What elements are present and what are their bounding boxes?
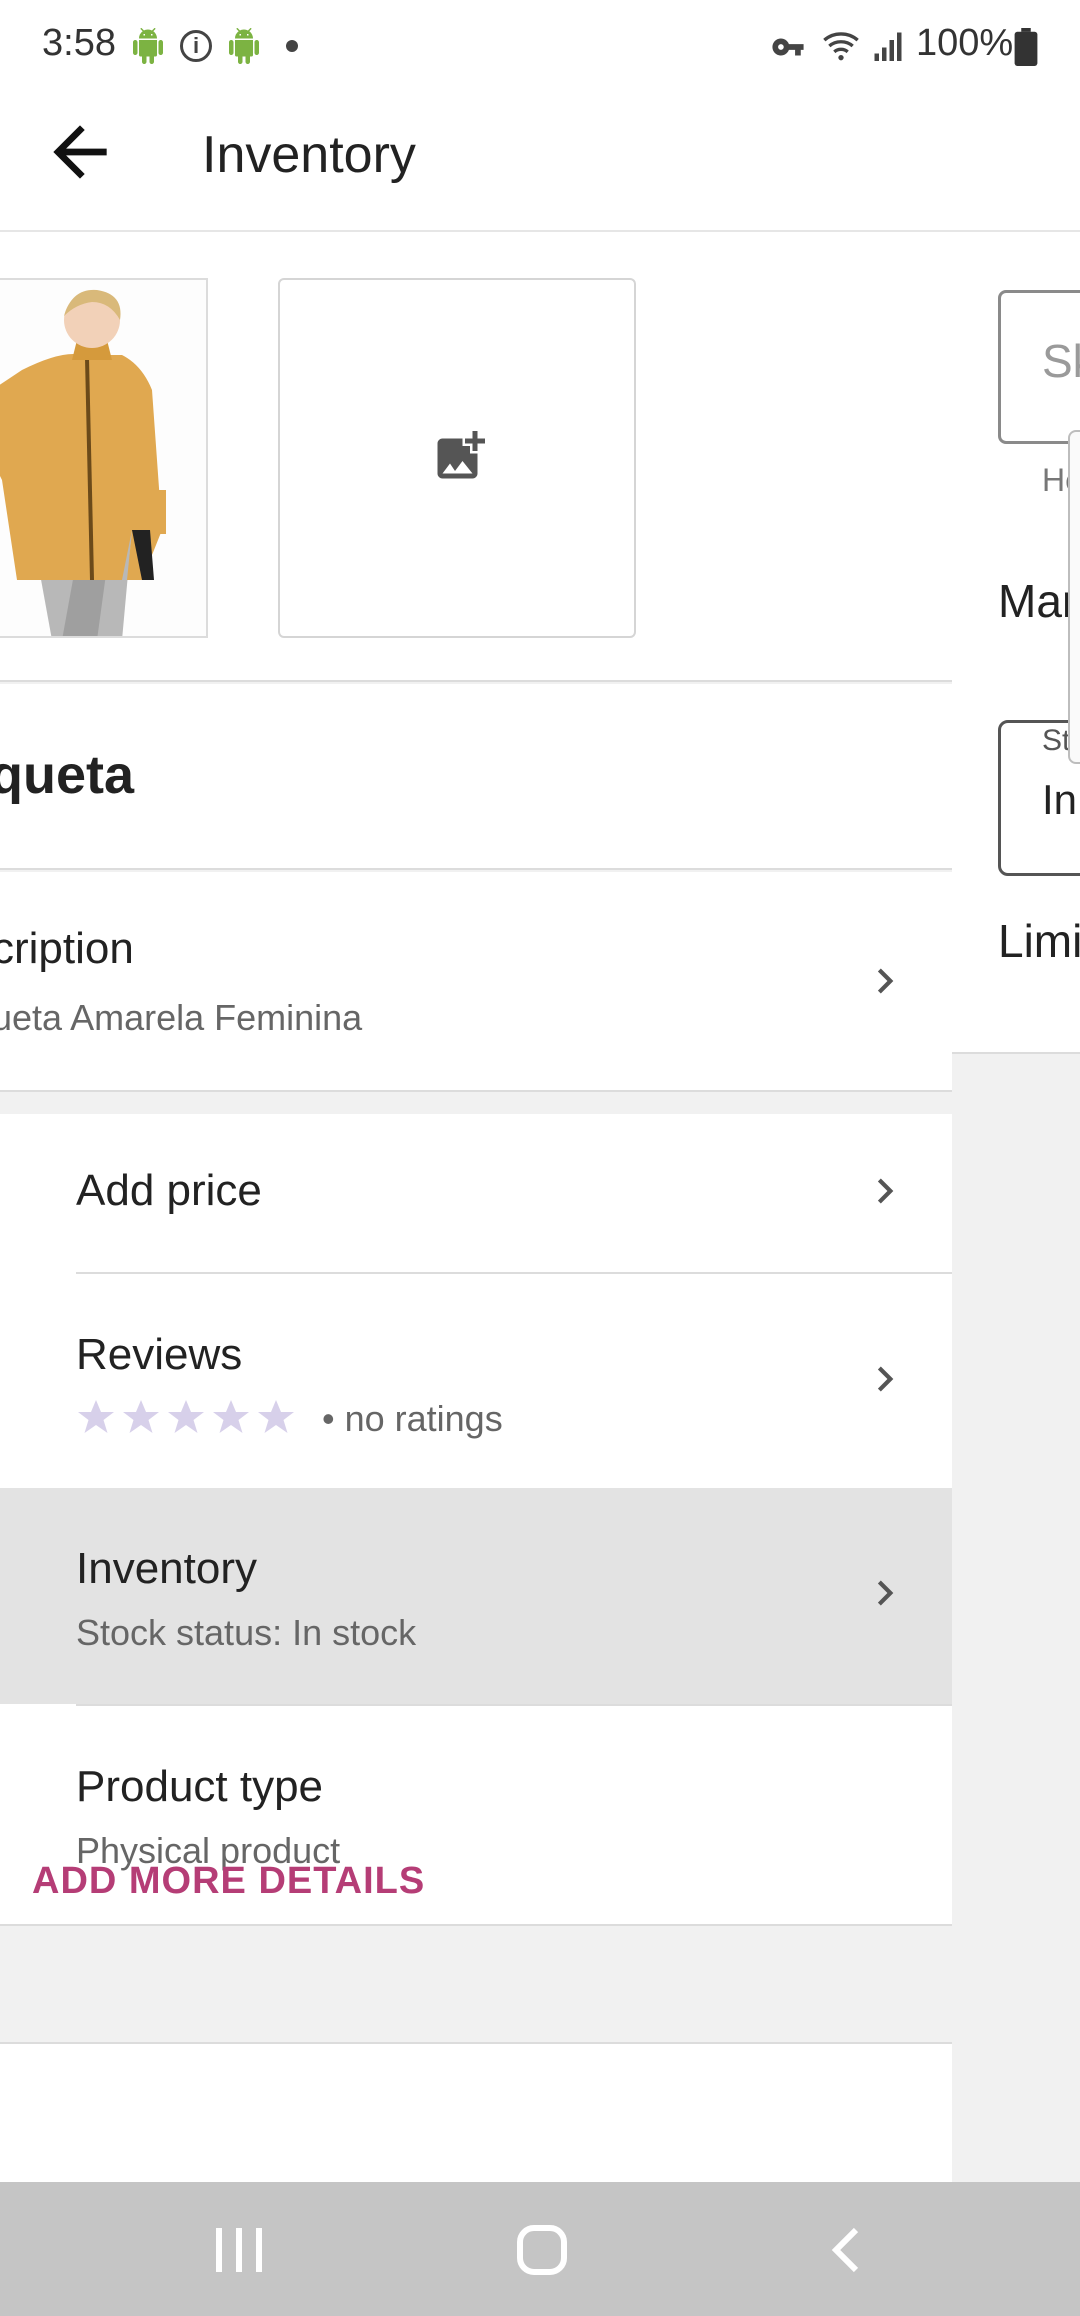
reviews-label: Reviews bbox=[76, 1330, 243, 1379]
chevron-right-icon bbox=[877, 968, 894, 994]
product-image[interactable] bbox=[0, 278, 208, 638]
chevron-right-icon bbox=[877, 1366, 894, 1392]
star-icon bbox=[78, 1400, 114, 1433]
status-time: 3:58 bbox=[42, 22, 116, 64]
add-price-row[interactable]: Add price bbox=[0, 1116, 952, 1270]
battery-icon bbox=[1014, 28, 1038, 66]
reviews-summary: • no ratings bbox=[322, 1398, 503, 1439]
arrow-back-icon[interactable] bbox=[40, 112, 120, 192]
stock-status-text: Stock status: In stock bbox=[76, 1612, 417, 1653]
add-price-label: Add price bbox=[76, 1166, 262, 1215]
battery-percent: 100% bbox=[916, 22, 1014, 64]
wifi-icon bbox=[823, 32, 859, 61]
info-icon: i bbox=[180, 30, 212, 62]
star-icon bbox=[168, 1400, 204, 1433]
back-nav-icon[interactable] bbox=[820, 2222, 876, 2278]
home-icon[interactable] bbox=[512, 2222, 572, 2278]
app-bar bbox=[0, 92, 1080, 232]
description-value: ueta Amarela Feminina bbox=[0, 997, 363, 1038]
add-more-details-section bbox=[0, 2042, 952, 2182]
description-row[interactable] bbox=[0, 872, 952, 1092]
rating-stars bbox=[76, 1396, 316, 1440]
inventory-screen-partial: Sk He Man St In Limi bbox=[952, 234, 1080, 2182]
product-type-label: Product type bbox=[76, 1762, 324, 1811]
overlay-card bbox=[1068, 430, 1080, 764]
jacket-photo bbox=[0, 280, 206, 636]
star-icon bbox=[213, 1400, 249, 1433]
add-image-button[interactable] bbox=[278, 278, 636, 638]
chevron-right-icon bbox=[877, 1580, 894, 1606]
inventory-row[interactable]: Inventory Stock status: In stock bbox=[0, 1488, 952, 1704]
android-icon bbox=[229, 28, 259, 64]
description-label: cription bbox=[0, 924, 134, 973]
star-icon bbox=[258, 1400, 294, 1433]
signal-icon bbox=[874, 32, 902, 61]
android-icon bbox=[133, 28, 163, 64]
reviews-row[interactable]: Reviews • no ratings bbox=[0, 1274, 952, 1486]
limit-one-per-order-label: Limi bbox=[998, 915, 1080, 967]
inventory-label: Inventory bbox=[76, 1544, 257, 1593]
notification-dot-icon bbox=[286, 40, 298, 52]
add-photo-icon bbox=[437, 431, 485, 479]
page-title: Inventory bbox=[202, 126, 416, 184]
system-nav-bar bbox=[0, 2182, 1080, 2316]
sku-placeholder: Sk bbox=[1042, 335, 1080, 387]
product-title: queta bbox=[0, 745, 135, 805]
recent-apps-icon[interactable] bbox=[210, 2222, 270, 2278]
star-icon bbox=[123, 1400, 159, 1433]
add-more-details-button[interactable]: ADD MORE DETAILS bbox=[32, 1860, 425, 1903]
vpn-key-icon bbox=[772, 38, 804, 56]
title-section[interactable] bbox=[0, 684, 952, 870]
chevron-right-icon bbox=[877, 1178, 894, 1204]
image-section bbox=[0, 234, 952, 682]
stock-status-field-value: In bbox=[1042, 776, 1078, 823]
